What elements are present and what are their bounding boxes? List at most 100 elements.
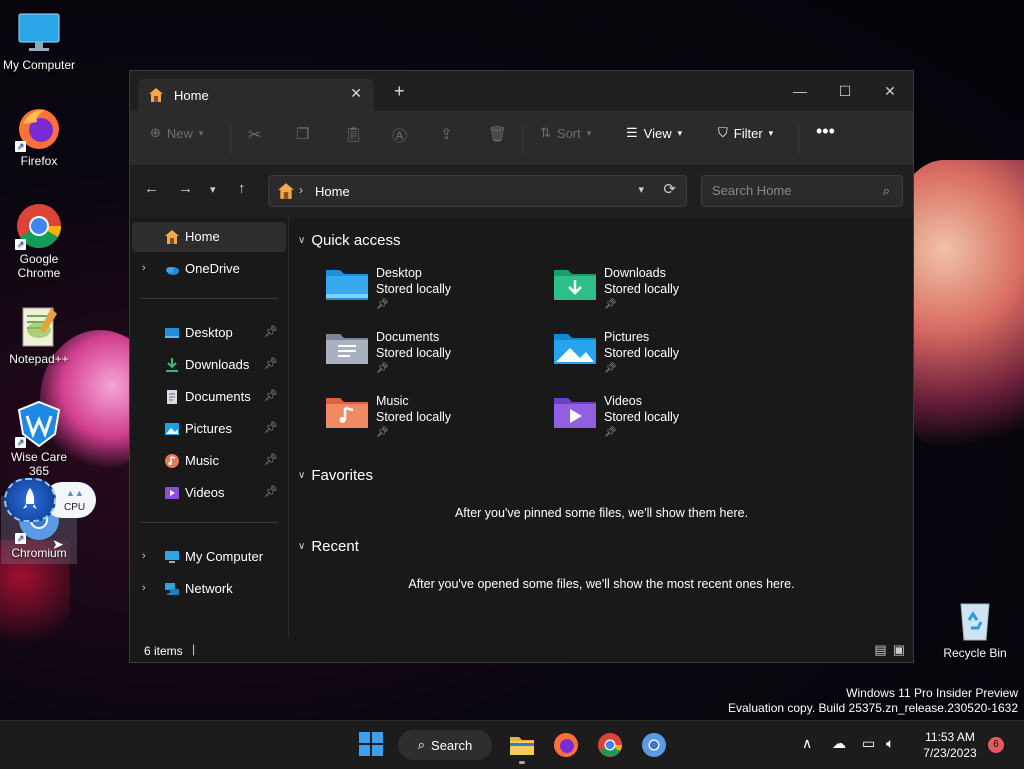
video-icon [164,485,180,501]
search-box[interactable]: ⌕ [701,175,903,207]
desktop-folder-icon [326,266,368,302]
pin-icon[interactable]: 📌︎ [264,325,278,338]
sort-button[interactable]: ⇅ Sort ▾ [540,125,591,141]
expand-chevron-icon[interactable]: › [142,550,146,562]
rename-button[interactable]: Ⓐ [392,125,407,146]
desktop-icon-label: Recycle Bin [943,646,1007,660]
sidebar-item-videos[interactable]: Videos 📌︎ [132,478,286,508]
search-input[interactable] [710,182,874,199]
copy-icon: ❐ [296,126,310,143]
up-button[interactable]: ↑ [238,180,246,197]
sidebar-item-label: Desktop [185,325,233,340]
minimize-button[interactable]: — [780,77,820,105]
new-tab-button[interactable]: + [394,81,405,102]
clock[interactable]: 11:53 AM 7/23/2023 [920,729,980,761]
start-button[interactable] [358,731,386,759]
view-button[interactable]: ☰ View ▾ [626,125,682,141]
collapse-chevron-icon: ∨ [298,470,306,481]
breadcrumb[interactable]: Home [315,184,350,199]
desktop-icon-notepad-plus-plus[interactable]: Notepad++ [1,302,77,366]
forward-button[interactable]: → [178,180,193,197]
volume-icon[interactable]: 🔈︎ [886,735,894,752]
recent-locations-button[interactable]: ▾ [210,183,216,196]
desktop-folder-icon [164,325,180,341]
taskbar-search-button[interactable]: ⌕ Search [398,730,492,760]
sidebar-item-pictures[interactable]: Pictures 📌︎ [132,414,286,444]
desktop-icon-firefox[interactable]: ↗ Firefox [1,104,77,168]
show-hidden-icons-button[interactable]: ∧ [802,735,812,752]
copy-button[interactable]: ❐ [296,125,309,143]
quick-access-item-videos[interactable]: Videos Stored locally 📌︎ [554,392,764,448]
expand-chevron-icon[interactable]: › [142,582,146,594]
onedrive-offline-icon[interactable]: ☁ [832,735,846,752]
quick-access-item-music[interactable]: Music Stored locally 📌︎ [326,392,536,448]
desktop-icon-google-chrome[interactable]: ↗ Google Chrome [1,202,77,280]
details-view-icon[interactable]: ▤ [874,642,886,658]
refresh-icon[interactable]: ⟳ [663,180,676,198]
status-bar: 6 items | ▤ ▣ [130,638,913,662]
desktop-icon-recycle-bin[interactable]: Recycle Bin [937,596,1013,660]
pin-icon: 📌︎ [376,427,389,438]
pin-icon[interactable]: 📌︎ [264,357,278,370]
sidebar-item-label: Network [185,581,233,596]
close-tab-icon[interactable]: ✕ [350,85,362,102]
monitor-icon [15,8,63,56]
tiles-view-icon[interactable]: ▣ [893,642,905,658]
sidebar-item-onedrive[interactable]: › OneDrive [132,254,286,284]
sort-button-label: Sort [556,125,581,141]
filter-button[interactable]: ⛉ Filter ▾ [718,125,773,141]
section-header-favorites[interactable]: ∨ Favorites [298,467,373,484]
taskbar-chrome[interactable] [596,731,624,759]
home-icon [277,182,295,200]
pin-icon[interactable]: 📌︎ [264,421,278,434]
sidebar-item-downloads[interactable]: Downloads 📌︎ [132,350,286,380]
share-button[interactable]: ⇪ [440,125,453,143]
section-title: Quick access [311,232,401,249]
desktop-icon-wise-care-365[interactable]: ↗ Wise Care 365 [1,400,77,478]
section-header-recent[interactable]: ∨ Recent [298,538,359,555]
desktop-icon-my-computer[interactable]: My Computer [1,8,77,72]
search-icon[interactable]: ⌕ [883,183,890,199]
delete-button[interactable]: 🗑︎ [488,125,507,143]
sidebar-item-desktop[interactable]: Desktop 📌︎ [132,318,286,348]
quick-access-item-documents[interactable]: Documents Stored locally 📌︎ [326,328,536,384]
address-dropdown-icon[interactable]: ▾ [638,183,644,196]
videos-folder-icon [554,394,596,430]
sidebar-item-label: Music [185,453,219,468]
more-options-button[interactable]: ••• [816,121,835,142]
pin-icon[interactable]: 📌︎ [264,453,278,466]
sidebar-item-label: OneDrive [185,261,240,276]
sidebar-item-music[interactable]: Music 📌︎ [132,446,286,476]
expand-chevron-icon[interactable]: › [142,262,146,274]
section-header-quick-access[interactable]: ∨ Quick access [298,232,401,249]
taskbar-firefox[interactable] [552,731,580,759]
sidebar-item-home[interactable]: Home [132,222,286,252]
maximize-button[interactable]: ☐ [825,77,865,105]
tab-home[interactable]: Home ✕ [138,79,374,111]
sidebar-item-network[interactable]: › Network [132,574,286,604]
pin-icon: 📌︎ [604,427,617,438]
sidebar-item-my-computer[interactable]: › My Computer [132,542,286,572]
cpu-bars-icon: ▲▲ [66,488,84,498]
chevron-down-icon: ▾ [768,127,774,138]
paste-button[interactable]: 📋︎ [344,125,363,143]
sidebar-item-documents[interactable]: Documents 📌︎ [132,382,286,412]
quick-access-item-pictures[interactable]: Pictures Stored locally 📌︎ [554,328,764,384]
trash-icon: 🗑︎ [488,126,508,143]
close-window-button[interactable]: ✕ [870,77,910,105]
cpu-booster-widget[interactable]: ▲▲ CPU [4,478,96,522]
pin-icon[interactable]: 📌︎ [264,485,278,498]
music-icon [164,453,180,469]
taskbar-chromium[interactable] [640,731,668,759]
back-button[interactable]: ← [144,180,159,197]
new-button[interactable]: ⊕ New ▾ [150,125,203,141]
item-count: 6 items [144,644,183,658]
network-icon[interactable]: ▭ [862,735,875,752]
quick-access-item-desktop[interactable]: Desktop Stored locally 📌︎ [326,264,536,320]
address-bar[interactable]: › Home ▾ ⟳ [268,175,687,207]
cut-button[interactable]: ✂ [248,125,261,145]
pin-icon[interactable]: 📌︎ [264,389,278,402]
quick-access-item-downloads[interactable]: Downloads Stored locally 📌︎ [554,264,764,320]
taskbar-file-explorer[interactable] [508,731,536,764]
notification-badge[interactable]: 6 [988,737,1004,753]
